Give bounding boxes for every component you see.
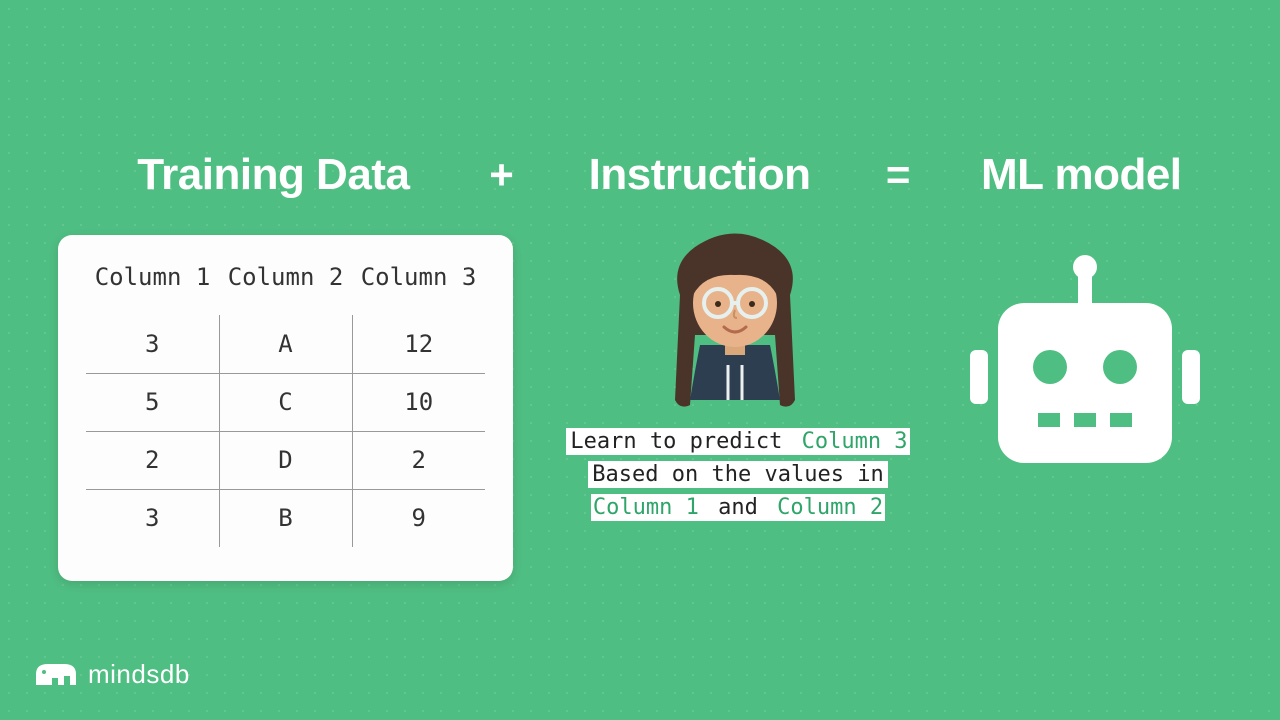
column-header: Column 1 bbox=[86, 263, 219, 315]
instruction-text: Learn to predict Column 3 Based on the v… bbox=[558, 425, 918, 524]
instruction-line1-highlight: Column 3 bbox=[800, 428, 910, 455]
table-cell: 3 bbox=[86, 315, 219, 373]
table-row: 2 D 2 bbox=[86, 431, 485, 489]
brand-logo: mindsdb bbox=[34, 659, 190, 690]
instruction-line3-col2: Column 2 bbox=[775, 494, 885, 521]
table-row: 3 A 12 bbox=[86, 315, 485, 373]
instruction-line3-col1: Column 1 bbox=[591, 494, 701, 521]
table-cell: 3 bbox=[86, 489, 219, 547]
heading-equals: = bbox=[863, 151, 932, 199]
training-data-table-card: Column 1 Column 2 Column 3 3 A 12 5 C 10… bbox=[58, 235, 513, 581]
table-cell: A bbox=[219, 315, 352, 373]
table-cell: 2 bbox=[86, 431, 219, 489]
table-header-row: Column 1 Column 2 Column 3 bbox=[86, 263, 485, 315]
instruction-line3-and: and bbox=[701, 494, 775, 521]
instruction-line2: Based on the values in bbox=[588, 461, 887, 488]
training-data-table: Column 1 Column 2 Column 3 3 A 12 5 C 10… bbox=[86, 263, 485, 547]
table-cell: 2 bbox=[352, 431, 485, 489]
column-header: Column 3 bbox=[352, 263, 485, 315]
heading-training-data: Training Data bbox=[90, 150, 457, 200]
equation-heading: Training Data + Instruction = ML model bbox=[0, 0, 1280, 200]
heading-instruction: Instruction bbox=[546, 150, 853, 200]
table-cell: C bbox=[219, 373, 352, 431]
person-illustration bbox=[640, 225, 830, 430]
table-row: 3 B 9 bbox=[86, 489, 485, 547]
table-cell: 5 bbox=[86, 373, 219, 431]
heading-ml-model: ML model bbox=[943, 150, 1220, 200]
brand-logo-text: mindsdb bbox=[88, 659, 190, 690]
table-cell: B bbox=[219, 489, 352, 547]
table-cell: 10 bbox=[352, 373, 485, 431]
robot-icon bbox=[970, 255, 1200, 480]
table-cell: 9 bbox=[352, 489, 485, 547]
column-header: Column 2 bbox=[219, 263, 352, 315]
heading-plus: + bbox=[467, 151, 536, 199]
table-cell: D bbox=[219, 431, 352, 489]
bear-logo-icon bbox=[34, 660, 78, 690]
instruction-line1-plain: Learn to predict bbox=[566, 428, 799, 455]
table-cell: 12 bbox=[352, 315, 485, 373]
table-row: 5 C 10 bbox=[86, 373, 485, 431]
